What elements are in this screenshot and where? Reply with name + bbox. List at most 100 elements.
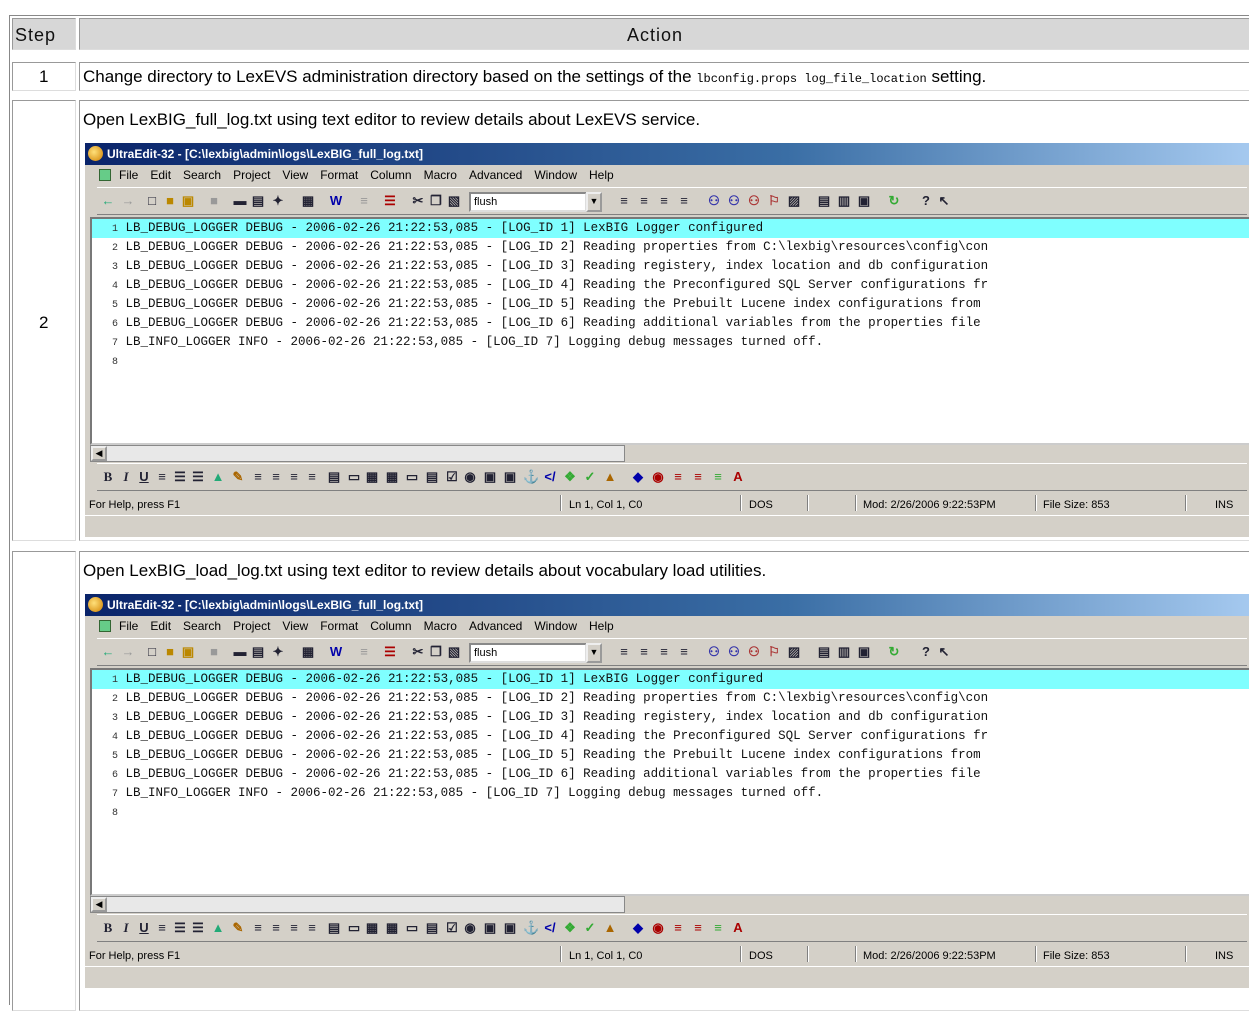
help-icon[interactable]: ? — [919, 194, 933, 208]
list-box-icon[interactable]: ▤ — [425, 470, 439, 484]
word-wrap-icon[interactable]: ▦ — [301, 194, 315, 208]
align-left-icon[interactable]: ≡ — [617, 194, 631, 208]
horizontal-rule-icon[interactable]: ▭ — [347, 470, 361, 484]
numbered-list-icon[interactable]: ☰ — [191, 470, 205, 484]
find-next-icon[interactable]: ⚇ — [727, 645, 741, 659]
menu-window[interactable]: Window — [534, 616, 577, 636]
hex-convert-icon[interactable]: ≡ — [711, 470, 725, 484]
menu-window[interactable]: Window — [534, 165, 577, 185]
font-color-icon[interactable]: ▲ — [211, 470, 225, 484]
anchor-icon[interactable]: ⚓ — [523, 921, 539, 935]
open-file-icon[interactable]: ▣ — [181, 194, 195, 208]
menu-project[interactable]: Project — [233, 616, 270, 636]
bold-icon[interactable]: B — [101, 470, 115, 484]
goto-icon[interactable]: ▨ — [787, 645, 801, 659]
menu-format[interactable]: Format — [320, 165, 358, 185]
indent-icon[interactable]: ≡ — [155, 921, 169, 935]
cut-icon[interactable]: ✂ — [411, 645, 425, 659]
copy-icon[interactable]: ❐ — [429, 645, 443, 659]
menu-view[interactable]: View — [282, 165, 308, 185]
tag-list-icon[interactable]: ❖ — [563, 470, 577, 484]
numbered-list-icon[interactable]: ☰ — [191, 921, 205, 935]
goto-icon[interactable]: ▨ — [787, 194, 801, 208]
print-preview-icon[interactable]: ▤ — [251, 645, 265, 659]
table-icon[interactable]: ▦ — [385, 470, 399, 484]
find-binoculars-icon[interactable]: ⚇ — [707, 194, 721, 208]
forward-arrow-icon[interactable]: → — [121, 645, 135, 659]
bold-icon[interactable]: B — [101, 921, 115, 935]
hex-icon[interactable]: ≡ — [357, 194, 371, 208]
align-center-icon[interactable]: ≡ — [637, 194, 651, 208]
paragraph-icon[interactable]: ▤ — [327, 921, 341, 935]
html-align-left-icon[interactable]: ≡ — [251, 470, 265, 484]
scroll-left-icon[interactable]: ◀ — [91, 446, 107, 461]
menu-search[interactable]: Search — [183, 165, 221, 185]
font-icon[interactable]: A — [731, 921, 745, 935]
radio-button-icon[interactable]: ◉ — [463, 921, 477, 935]
window-icon[interactable]: ▣ — [857, 194, 871, 208]
horizontal-scrollbar[interactable]: ◀ — [90, 896, 625, 913]
bullet-list-icon[interactable]: ☰ — [173, 921, 187, 935]
checkbox-icon[interactable]: ☑ — [445, 921, 459, 935]
menu-macro[interactable]: Macro — [424, 616, 457, 636]
replace-icon[interactable]: ⚐ — [767, 645, 781, 659]
underline-icon[interactable]: U — [137, 470, 151, 484]
image-button-icon[interactable]: ▣ — [503, 921, 517, 935]
horizontal-rule-icon[interactable]: ▭ — [347, 921, 361, 935]
save-icon[interactable]: ■ — [207, 645, 221, 659]
word-icon[interactable]: W — [329, 194, 343, 208]
html-align-right-icon[interactable]: ≡ — [287, 470, 301, 484]
copy-icon[interactable]: ❐ — [429, 194, 443, 208]
guid-icon[interactable]: ≡ — [691, 470, 705, 484]
underline-icon[interactable]: U — [137, 921, 151, 935]
split-horizontal-icon[interactable]: ▤ — [817, 645, 831, 659]
text-editor[interactable]: 1 LB_DEBUG_LOGGER DEBUG - 2006-02-26 21:… — [90, 217, 1249, 445]
css-icon[interactable]: ◉ — [651, 470, 665, 484]
find-in-files-icon[interactable]: ⚇ — [747, 194, 761, 208]
table-icon[interactable]: ▦ — [385, 921, 399, 935]
menu-help[interactable]: Help — [589, 165, 614, 185]
split-horizontal-icon[interactable]: ▤ — [817, 194, 831, 208]
context-help-icon[interactable]: ↖ — [937, 194, 951, 208]
lock-icon[interactable]: ▲ — [603, 921, 617, 935]
find-icon[interactable]: ✦ — [271, 194, 285, 208]
guid-icon[interactable]: ≡ — [691, 921, 705, 935]
open-folder-icon[interactable]: ■ — [163, 194, 177, 208]
image-icon[interactable]: ▣ — [483, 921, 497, 935]
find-in-files-icon[interactable]: ⚇ — [747, 645, 761, 659]
italic-icon[interactable]: I — [119, 470, 133, 484]
menu-file[interactable]: File — [119, 616, 138, 636]
hex-icon[interactable]: ≡ — [357, 645, 371, 659]
new-file-icon[interactable]: □ — [145, 645, 159, 659]
align-center-icon[interactable]: ≡ — [637, 645, 651, 659]
justify-icon[interactable]: ≡ — [677, 645, 691, 659]
ruler-icon[interactable]: ☰ — [383, 194, 397, 208]
checkbox-icon[interactable]: ☑ — [445, 470, 459, 484]
new-file-icon[interactable]: □ — [145, 194, 159, 208]
font-color-icon[interactable]: ▲ — [211, 921, 225, 935]
html-align-right-icon[interactable]: ≡ — [287, 921, 301, 935]
html-align-center-icon[interactable]: ≡ — [269, 470, 283, 484]
print-icon[interactable]: ▬ — [233, 645, 247, 659]
menu-edit[interactable]: Edit — [150, 165, 171, 185]
menu-advanced[interactable]: Advanced — [469, 616, 522, 636]
find-next-icon[interactable]: ⚇ — [727, 194, 741, 208]
hex-convert-icon[interactable]: ≡ — [711, 921, 725, 935]
indent-icon[interactable]: ≡ — [155, 470, 169, 484]
font-combo[interactable]: flush — [469, 643, 587, 663]
form-icon[interactable]: ▦ — [365, 470, 379, 484]
spell-check-icon[interactable]: ✓ — [583, 921, 597, 935]
horizontal-scrollbar[interactable]: ◀ — [90, 445, 625, 462]
closing-tag-icon[interactable]: </ — [543, 470, 557, 484]
ruler-icon[interactable]: ☰ — [383, 645, 397, 659]
menu-format[interactable]: Format — [320, 616, 358, 636]
closing-tag-icon[interactable]: </ — [543, 921, 557, 935]
menu-edit[interactable]: Edit — [150, 616, 171, 636]
menu-view[interactable]: View — [282, 616, 308, 636]
replace-icon[interactable]: ⚐ — [767, 194, 781, 208]
html-justify-icon[interactable]: ≡ — [305, 921, 319, 935]
bullet-list-icon[interactable]: ☰ — [173, 470, 187, 484]
text-editor[interactable]: 1 LB_DEBUG_LOGGER DEBUG - 2006-02-26 21:… — [90, 668, 1249, 896]
menu-project[interactable]: Project — [233, 165, 270, 185]
form-icon[interactable]: ▦ — [365, 921, 379, 935]
